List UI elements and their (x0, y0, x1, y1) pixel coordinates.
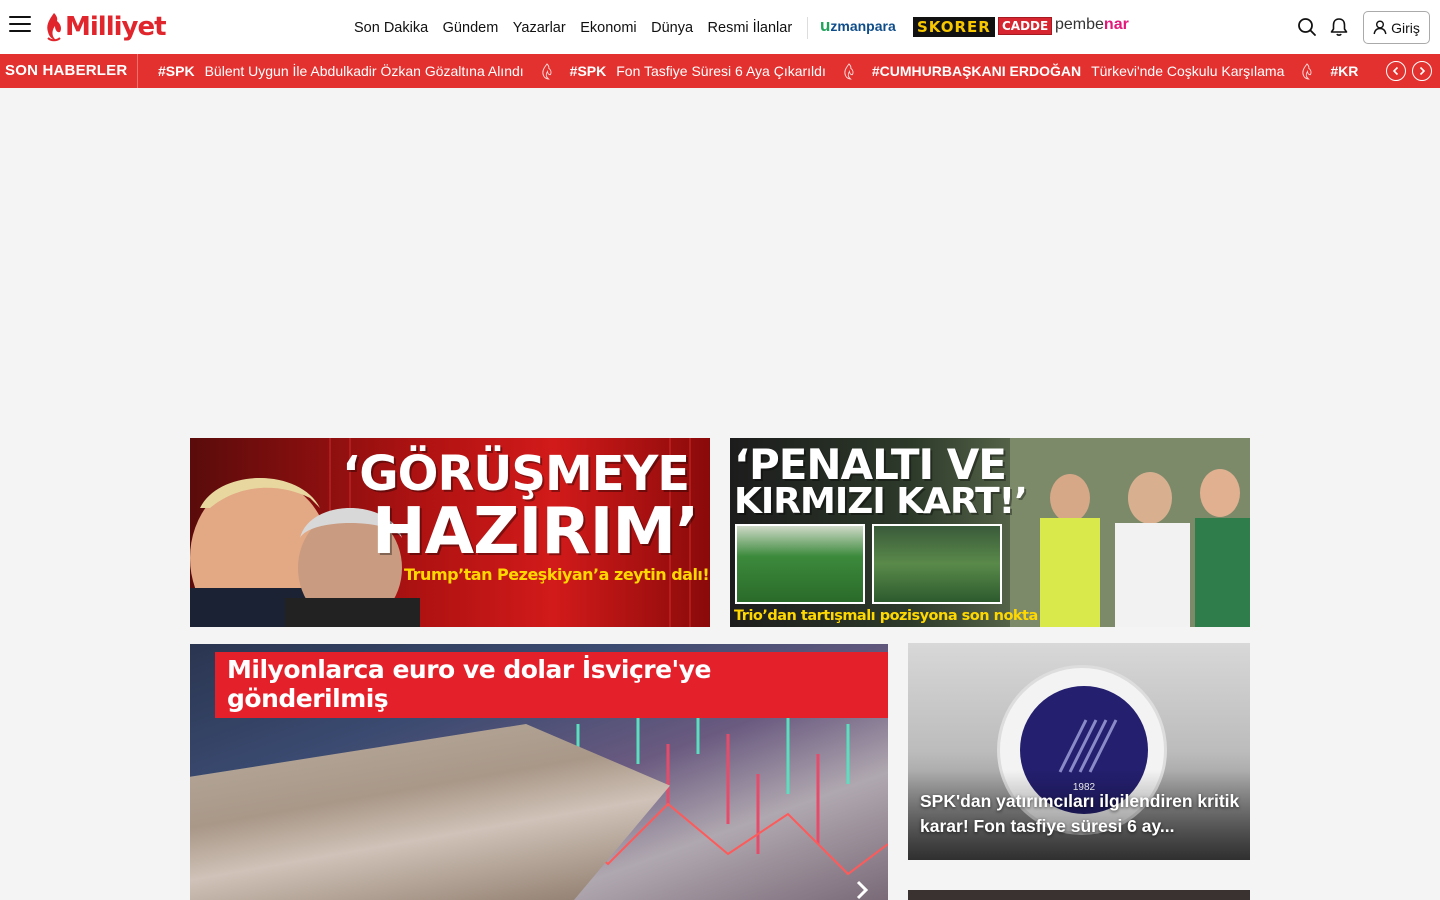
side-story-card[interactable]: 1982 SPK'dan yatırımcıları ilgilendiren … (908, 643, 1250, 860)
nav-divider (806, 17, 808, 39)
chevron-right-icon (1419, 66, 1426, 76)
chevron-right-icon[interactable] (853, 880, 871, 900)
main-story-card[interactable]: Milyonlarca euro ve dolar İsviçre'ye gön… (190, 644, 888, 900)
ticker-next-button[interactable] (1412, 61, 1432, 81)
nav-resmi-ilanlar[interactable]: Resmi İlanlar (708, 20, 793, 36)
bell-icon[interactable] (1329, 17, 1349, 37)
uzmanpara-logo-text: zmanpara (830, 18, 896, 34)
ticker-text: Türkevi'nde Coşkulu Karşılama (1091, 63, 1285, 79)
ticker-controls (1386, 61, 1432, 81)
ticker-item[interactable]: #CUMHURBAŞKANI ERDOĞAN Türkevi'nde Coşku… (871, 62, 1314, 80)
ticker-text: Fon Tasfiye Süresi 6 Aya Çıkarıldı (616, 63, 826, 79)
nav-yazarlar[interactable]: Yazarlar (513, 20, 566, 36)
headline-banner-trump[interactable]: ‘GÖRÜŞMEYE HAZIRIM’ Trump’tan Pezeşkiyan… (190, 438, 710, 627)
ticker-tag: #SPK (569, 63, 607, 79)
ticker-label: SON HABERLER (0, 54, 138, 88)
ticker-item[interactable]: #SPK Fon Tasfiye Süresi 6 Aya Çıkarıldı (569, 62, 855, 80)
login-button[interactable]: Giriş (1363, 11, 1430, 44)
pembenar-link[interactable]: pembe nar (1055, 16, 1129, 34)
user-icon (1373, 20, 1387, 35)
nav-ekonomi[interactable]: Ekonomi (580, 20, 636, 36)
ticker-prev-button[interactable] (1386, 61, 1406, 81)
main-nav: Son Dakika Gündem Yazarlar Ekonomi Dünya… (354, 17, 822, 39)
chevron-left-icon (1392, 66, 1399, 76)
nav-dunya[interactable]: Dünya (651, 20, 693, 36)
main-story-title: Milyonlarca euro ve dolar İsviçre'ye gön… (215, 652, 888, 718)
main-story-title-text: Milyonlarca euro ve dolar İsviçre'ye gön… (227, 655, 711, 713)
pembenar-logo-text-a: pembe (1055, 16, 1104, 33)
banner-headline-1: ‘GÖRÜŞMEYE (342, 446, 690, 502)
flame-separator-icon (844, 62, 854, 80)
banner-thumbnail (735, 524, 865, 604)
banner-subtitle: Trump’tan Pezeşkiyan’a zeytin dalı! (404, 565, 710, 584)
cadde-link[interactable]: CADDE (998, 17, 1053, 35)
uzmanpara-logo-mark: u (820, 16, 831, 35)
ticker-text: Bülent Uygun İle Abdulkadir Özkan Gözalt… (204, 63, 524, 79)
banner-headline-2: KIRMIZI KART!’ (734, 481, 1028, 522)
ticker-item[interactable]: #KR (1330, 63, 1368, 79)
flame-separator-icon (1302, 62, 1312, 80)
logo-text: Milliyet (65, 12, 167, 42)
side-story-caption: SPK'dan yatırımcıları ilgilendiren kriti… (920, 791, 1240, 836)
cadde-logo-text: CADDE (1002, 19, 1049, 33)
headline-banner-penalti[interactable]: ‘PENALTI VE KIRMIZI KART!’ Trio’dan tart… (730, 438, 1250, 627)
banner-headline-1: ‘PENALTI VE (734, 440, 1007, 489)
banner-subtitle: Trio’dan tartışmalı pozisyona son nokta (734, 608, 1038, 624)
banner-thumbnail (872, 524, 1002, 604)
nav-son-dakika[interactable]: Son Dakika (354, 20, 428, 36)
side-story-card-2[interactable] (908, 890, 1250, 900)
menu-icon[interactable] (9, 16, 31, 34)
ticker-item[interactable]: #SPK Bülent Uygun İle Abdulkadir Özkan G… (158, 62, 553, 80)
ticker-track: #SPK Bülent Uygun İle Abdulkadir Özkan G… (158, 54, 1380, 88)
breaking-news-ticker: SON HABERLER #SPK Bülent Uygun İle Abdul… (0, 54, 1440, 88)
search-icon[interactable] (1297, 17, 1317, 37)
flame-separator-icon (542, 62, 552, 80)
login-label: Giriş (1391, 19, 1420, 36)
site-logo[interactable]: Milliyet (44, 10, 167, 44)
flame-logo-icon (47, 13, 61, 42)
pembenar-logo-text-b: nar (1103, 16, 1129, 33)
ticker-tag: #KR (1330, 63, 1359, 79)
nav-gundem[interactable]: Gündem (443, 20, 499, 36)
skorer-logo-text: SKORER (917, 18, 991, 36)
uzmanpara-link[interactable]: u zmanpara (820, 16, 896, 36)
skorer-link[interactable]: SKORER (913, 17, 995, 37)
site-header: Milliyet Son Dakika Gündem Yazarlar Ekon… (0, 0, 1440, 54)
banner-headline-2: HAZIRIM’ (372, 495, 699, 569)
ticker-tag: #CUMHURBAŞKANI ERDOĞAN (871, 63, 1082, 79)
ticker-tag: #SPK (158, 63, 195, 79)
